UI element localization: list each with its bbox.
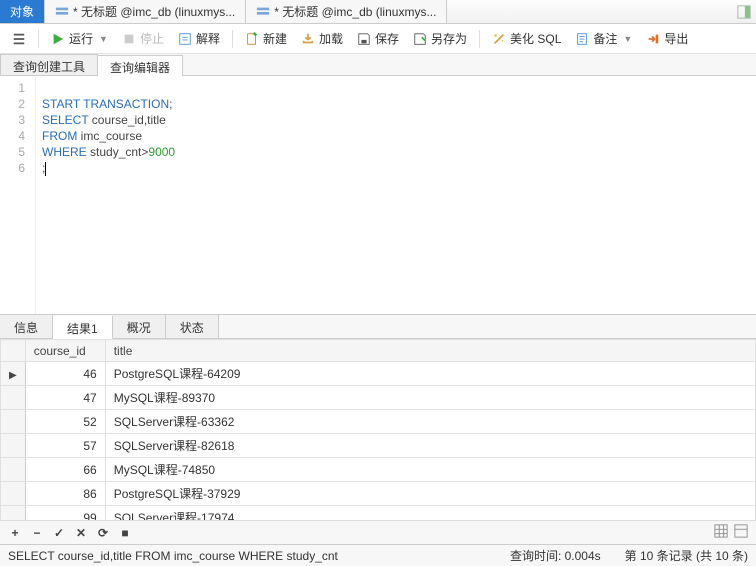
saveas-icon bbox=[413, 32, 427, 46]
line-gutter: 123456 bbox=[0, 76, 36, 314]
tab-query-2[interactable]: * 无标题 @imc_db (linuxmys... bbox=[246, 0, 447, 23]
chevron-down-icon: ▼ bbox=[99, 34, 108, 44]
status-time: 查询时间: 0.004s bbox=[510, 547, 601, 564]
tab-objects[interactable]: 对象 bbox=[0, 0, 45, 23]
form-view-icon[interactable] bbox=[734, 524, 748, 541]
main-toolbar: 运行▼ 停止 解释 新建 加载 保存 另存为 美化 SQL 备注▼ 导出 bbox=[0, 24, 756, 54]
table-row[interactable]: 99SQLServer课程-17974 bbox=[1, 506, 756, 521]
panel-toggle-icon[interactable] bbox=[732, 0, 756, 23]
table-row[interactable]: ▶46PostgreSQL课程-64209 bbox=[1, 362, 756, 386]
delete-row-button[interactable]: − bbox=[30, 526, 44, 540]
row-indicator bbox=[1, 458, 26, 482]
table-row[interactable]: 52SQLServer课程-63362 bbox=[1, 410, 756, 434]
refresh-button[interactable]: ⟳ bbox=[96, 526, 110, 540]
results-panel: 信息 结果1 概况 状态 course_id title ▶46PostgreS… bbox=[0, 314, 756, 544]
explain-icon bbox=[178, 32, 192, 46]
cell-title[interactable]: SQLServer课程-82618 bbox=[105, 434, 755, 458]
row-indicator bbox=[1, 386, 26, 410]
document-tabs: 对象 * 无标题 @imc_db (linuxmys... * 无标题 @imc… bbox=[0, 0, 756, 24]
cell-title[interactable]: SQLServer课程-17974 bbox=[105, 506, 755, 521]
saveas-button[interactable]: 另存为 bbox=[407, 28, 473, 49]
menu-button[interactable] bbox=[6, 30, 32, 48]
commit-button[interactable]: ✓ bbox=[52, 526, 66, 540]
row-indicator bbox=[1, 410, 26, 434]
row-indicator: ▶ bbox=[1, 362, 26, 386]
tab-query-1[interactable]: * 无标题 @imc_db (linuxmys... bbox=[45, 0, 246, 23]
tab-query-2-label: * 无标题 @imc_db (linuxmys... bbox=[274, 3, 436, 20]
cell-title[interactable]: MySQL课程-89370 bbox=[105, 386, 755, 410]
tab-objects-label: 对象 bbox=[10, 3, 34, 20]
result-grid[interactable]: course_id title ▶46PostgreSQL课程-6420947M… bbox=[0, 339, 756, 520]
table-row[interactable]: 47MySQL课程-89370 bbox=[1, 386, 756, 410]
tab-info[interactable]: 信息 bbox=[0, 315, 53, 338]
table-row[interactable]: 57SQLServer课程-82618 bbox=[1, 434, 756, 458]
query-icon bbox=[256, 5, 270, 19]
tab-query-editor[interactable]: 查询编辑器 bbox=[97, 55, 183, 76]
cell-course-id[interactable]: 47 bbox=[25, 386, 105, 410]
cell-title[interactable]: PostgreSQL课程-64209 bbox=[105, 362, 755, 386]
tab-result-1[interactable]: 结果1 bbox=[53, 316, 113, 339]
menu-icon bbox=[12, 32, 26, 46]
export-icon bbox=[646, 32, 660, 46]
editor-tabs: 查询创建工具 查询编辑器 bbox=[0, 54, 756, 76]
text-caret bbox=[45, 162, 46, 176]
status-records: 第 10 条记录 (共 10 条) bbox=[625, 547, 748, 564]
cell-course-id[interactable]: 66 bbox=[25, 458, 105, 482]
tab-profile[interactable]: 概况 bbox=[113, 315, 166, 338]
row-indicator bbox=[1, 506, 26, 521]
row-header-corner bbox=[1, 340, 26, 362]
cell-title[interactable]: PostgreSQL课程-37929 bbox=[105, 482, 755, 506]
tab-query-1-label: * 无标题 @imc_db (linuxmys... bbox=[73, 3, 235, 20]
tab-query-builder[interactable]: 查询创建工具 bbox=[0, 54, 98, 75]
export-button[interactable]: 导出 bbox=[640, 28, 694, 49]
save-button[interactable]: 保存 bbox=[351, 28, 405, 49]
cell-title[interactable]: MySQL课程-74850 bbox=[105, 458, 755, 482]
cancel-button[interactable]: ✕ bbox=[74, 526, 88, 540]
chevron-down-icon: ▼ bbox=[623, 34, 632, 44]
cell-course-id[interactable]: 52 bbox=[25, 410, 105, 434]
new-button[interactable]: 新建 bbox=[239, 28, 293, 49]
stop-icon bbox=[122, 32, 136, 46]
sql-editor[interactable]: 123456 START TRANSACTION; SELECT course_… bbox=[0, 76, 756, 314]
beautify-button[interactable]: 美化 SQL bbox=[486, 28, 567, 49]
cell-title[interactable]: SQLServer课程-63362 bbox=[105, 410, 755, 434]
cell-course-id[interactable]: 46 bbox=[25, 362, 105, 386]
explain-button[interactable]: 解释 bbox=[172, 28, 226, 49]
save-icon bbox=[357, 32, 371, 46]
status-bar: SELECT course_id,title FROM imc_course W… bbox=[0, 544, 756, 566]
stop-fetch-button[interactable]: ■ bbox=[118, 526, 132, 540]
status-sql: SELECT course_id,title FROM imc_course W… bbox=[8, 549, 486, 563]
wand-icon bbox=[492, 32, 506, 46]
cell-course-id[interactable]: 86 bbox=[25, 482, 105, 506]
grid-view-icon[interactable] bbox=[714, 524, 728, 541]
row-indicator bbox=[1, 482, 26, 506]
table-row[interactable]: 86PostgreSQL课程-37929 bbox=[1, 482, 756, 506]
load-icon bbox=[301, 32, 315, 46]
column-title[interactable]: title bbox=[105, 340, 755, 362]
add-row-button[interactable]: + bbox=[8, 526, 22, 540]
run-button[interactable]: 运行▼ bbox=[45, 28, 114, 49]
result-tabs: 信息 结果1 概况 状态 bbox=[0, 315, 756, 339]
notes-icon bbox=[575, 32, 589, 46]
tab-status[interactable]: 状态 bbox=[166, 315, 219, 338]
query-icon bbox=[55, 5, 69, 19]
grid-toolbar: + − ✓ ✕ ⟳ ■ bbox=[0, 520, 756, 544]
notes-button[interactable]: 备注▼ bbox=[569, 28, 638, 49]
column-course-id[interactable]: course_id bbox=[25, 340, 105, 362]
cell-course-id[interactable]: 99 bbox=[25, 506, 105, 521]
play-icon bbox=[51, 32, 65, 46]
load-button[interactable]: 加载 bbox=[295, 28, 349, 49]
code-area[interactable]: START TRANSACTION; SELECT course_id,titl… bbox=[36, 76, 756, 314]
row-indicator bbox=[1, 434, 26, 458]
table-row[interactable]: 66MySQL课程-74850 bbox=[1, 458, 756, 482]
cell-course-id[interactable]: 57 bbox=[25, 434, 105, 458]
new-icon bbox=[245, 32, 259, 46]
stop-button[interactable]: 停止 bbox=[116, 28, 170, 49]
